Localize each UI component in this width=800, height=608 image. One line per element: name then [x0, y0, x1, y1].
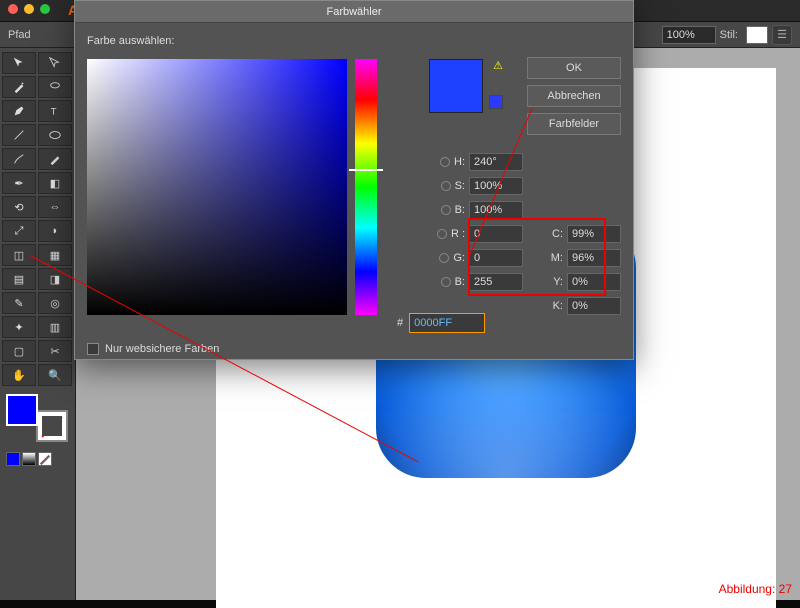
- annotation-box-rgb: [468, 218, 606, 296]
- style-swatch[interactable]: [746, 26, 768, 44]
- slice-tool[interactable]: ✂: [38, 340, 72, 362]
- gradient-tool[interactable]: ◨: [38, 268, 72, 290]
- dialog-title: Farbwähler: [75, 1, 633, 23]
- mesh-tool[interactable]: ▤: [2, 268, 36, 290]
- type-tool[interactable]: T: [38, 100, 72, 122]
- warp-tool[interactable]: ◗: [38, 220, 72, 242]
- hex-label: #: [397, 317, 403, 329]
- style-label: Stil:: [720, 29, 738, 41]
- figure-caption: Abbildung: 27: [719, 582, 792, 596]
- k-label: K:: [543, 300, 563, 312]
- traffic-lights: [8, 4, 50, 14]
- reflect-tool[interactable]: ⇔: [38, 196, 72, 218]
- ok-button[interactable]: OK: [527, 57, 621, 79]
- color-mode-row: [6, 452, 52, 466]
- saturation-brightness-field[interactable]: [87, 59, 347, 315]
- stroke-swatch[interactable]: [36, 410, 68, 442]
- zoom-input[interactable]: [662, 26, 716, 44]
- fill-swatch[interactable]: [6, 394, 38, 426]
- blend-tool[interactable]: ◎: [38, 292, 72, 314]
- hue-slider[interactable]: [355, 59, 377, 315]
- gradient-icon[interactable]: [22, 452, 36, 466]
- g-label[interactable]: G:: [421, 252, 465, 264]
- cancel-button[interactable]: Abbrechen: [527, 85, 621, 107]
- fill-stroke[interactable]: [6, 394, 68, 442]
- blob-tool[interactable]: ✒: [2, 172, 36, 194]
- eyedropper-tool[interactable]: ✎: [2, 292, 36, 314]
- color-preview: [429, 59, 483, 113]
- small-swatch[interactable]: [489, 95, 503, 109]
- pen-tool[interactable]: [2, 100, 36, 122]
- websafe-label: Nur websichere Farben: [105, 343, 219, 355]
- path-label: Pfad: [8, 29, 31, 41]
- zoom-tool[interactable]: 🔍: [38, 364, 72, 386]
- zoom-icon[interactable]: [40, 4, 50, 14]
- ellipse-tool[interactable]: [38, 124, 72, 146]
- hand-tool[interactable]: ✋: [2, 364, 36, 386]
- gear-icon[interactable]: ☰: [772, 25, 792, 45]
- symbol-tool[interactable]: ✦: [2, 316, 36, 338]
- color-picker-dialog: Farbwähler Farbe auswählen: ⚠ OK Abbrech…: [74, 0, 634, 360]
- close-icon[interactable]: [8, 4, 18, 14]
- none-color-icon[interactable]: [38, 452, 52, 466]
- scale-tool[interactable]: ⤢: [2, 220, 36, 242]
- hex-input[interactable]: [409, 313, 485, 333]
- websafe-checkbox[interactable]: [87, 343, 99, 355]
- direct-selection-tool[interactable]: [38, 52, 72, 74]
- solid-color-icon[interactable]: [6, 452, 20, 466]
- warning-icon[interactable]: ⚠: [493, 59, 503, 72]
- minimize-icon[interactable]: [24, 4, 34, 14]
- hex-row: #: [397, 313, 485, 333]
- swatches-button[interactable]: Farbfelder: [527, 113, 621, 135]
- lasso-tool[interactable]: [38, 76, 72, 98]
- line-tool[interactable]: [2, 124, 36, 146]
- rotate-tool[interactable]: ⟲: [2, 196, 36, 218]
- selection-tool[interactable]: [2, 52, 36, 74]
- pencil-tool[interactable]: [38, 148, 72, 170]
- s-label[interactable]: S:: [421, 180, 465, 192]
- dialog-prompt: Farbe auswählen:: [87, 35, 621, 47]
- tools-panel: T ✒ ◧ ⟲ ⇔ ⤢ ◗ ◫ ▦ ▤ ◨ ✎ ◎ ✦ ▥ ▢ ✂ ✋ 🔍: [0, 48, 76, 600]
- b-label[interactable]: B:: [421, 204, 465, 216]
- r-label[interactable]: R :: [421, 228, 465, 240]
- h-input[interactable]: [469, 153, 523, 171]
- k-input[interactable]: [567, 297, 621, 315]
- h-label[interactable]: H:: [421, 156, 465, 168]
- bl-label[interactable]: B:: [421, 276, 465, 288]
- graph-tool[interactable]: ▥: [38, 316, 72, 338]
- svg-text:T: T: [51, 107, 57, 118]
- artboard-tool[interactable]: ▢: [2, 340, 36, 362]
- hue-pointer[interactable]: [349, 169, 383, 171]
- magic-wand-tool[interactable]: [2, 76, 36, 98]
- brush-tool[interactable]: [2, 148, 36, 170]
- eraser-tool[interactable]: ◧: [38, 172, 72, 194]
- b-input[interactable]: [469, 201, 523, 219]
